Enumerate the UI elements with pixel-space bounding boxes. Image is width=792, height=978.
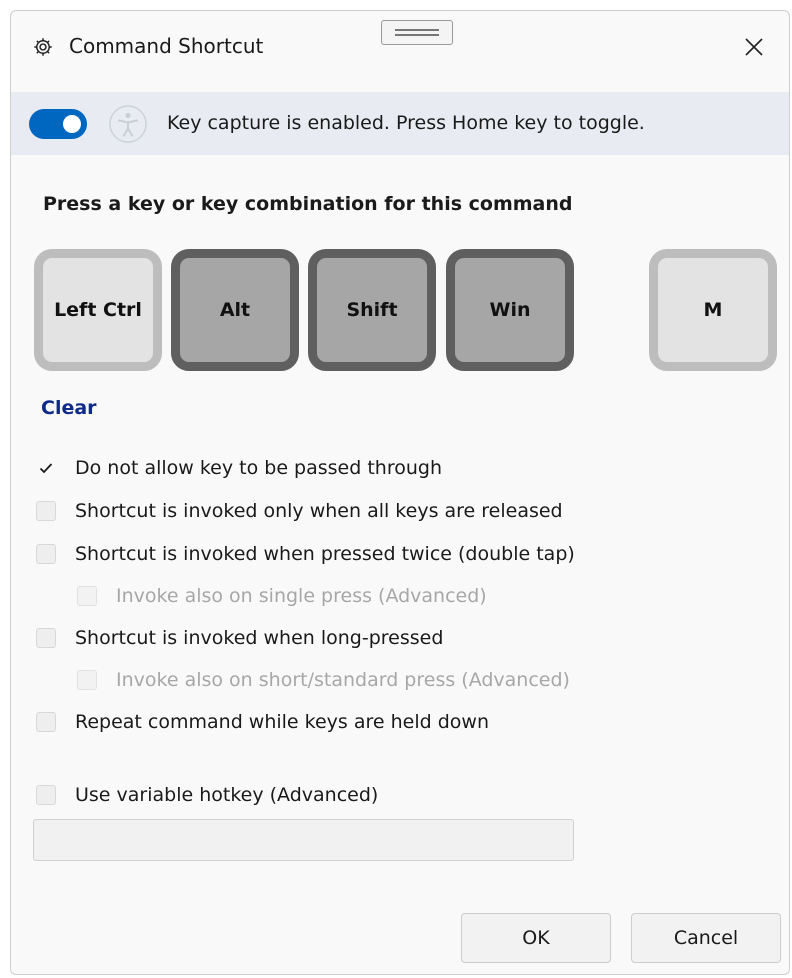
- option-label: Invoke also on short/standard press (Adv…: [116, 669, 570, 691]
- key-capture-message: Key capture is enabled. Press Home key t…: [167, 112, 645, 134]
- option-invoke-on-release[interactable]: Shortcut is invoked only when all keys a…: [36, 496, 563, 526]
- option-repeat-command[interactable]: Repeat command while keys are held down: [36, 707, 489, 737]
- key-m[interactable]: M: [649, 249, 777, 371]
- option-no-pass-through[interactable]: Do not allow key to be passed through: [36, 453, 442, 483]
- option-label: Do not allow key to be passed through: [75, 457, 443, 479]
- key-label: Alt: [219, 299, 251, 321]
- drag-handle[interactable]: [381, 20, 453, 45]
- close-button[interactable]: [719, 11, 789, 75]
- key-capture-bar: Key capture is enabled. Press Home key t…: [11, 92, 789, 155]
- option-long-press[interactable]: Shortcut is invoked when long-pressed: [36, 623, 443, 653]
- checkbox[interactable]: [36, 458, 56, 478]
- key-label: Win: [489, 299, 531, 321]
- dialog-title: Command Shortcut: [69, 34, 264, 58]
- checkmark-icon: [39, 463, 53, 474]
- command-shortcut-dialog: Command Shortcut Key capture is enabled.…: [10, 10, 790, 975]
- option-label: Shortcut is invoked only when all keys a…: [75, 500, 563, 522]
- key-left-ctrl[interactable]: Left Ctrl: [34, 249, 162, 371]
- variable-hotkey-input[interactable]: [33, 819, 574, 861]
- checkbox[interactable]: [36, 712, 56, 732]
- clear-link[interactable]: Clear: [41, 396, 97, 420]
- key-label: M: [703, 299, 723, 321]
- option-label: Invoke also on single press (Advanced): [116, 585, 487, 607]
- option-label: Use variable hotkey (Advanced): [75, 784, 379, 806]
- key-shift[interactable]: Shift: [308, 249, 436, 371]
- checkbox[interactable]: [36, 501, 56, 521]
- option-double-tap[interactable]: Shortcut is invoked when pressed twice (…: [36, 539, 575, 569]
- key-capture-toggle[interactable]: [29, 109, 87, 139]
- option-variable-hotkey[interactable]: Use variable hotkey (Advanced): [36, 780, 378, 810]
- ok-button[interactable]: OK: [461, 913, 611, 963]
- checkbox[interactable]: [36, 628, 56, 648]
- toggle-knob: [63, 115, 81, 133]
- checkbox: [77, 586, 97, 606]
- key-win[interactable]: Win: [446, 249, 574, 371]
- key-label: Left Ctrl: [54, 299, 142, 321]
- key-label: Shift: [346, 299, 398, 321]
- key-alt[interactable]: Alt: [171, 249, 299, 371]
- option-label: Shortcut is invoked when pressed twice (…: [75, 543, 575, 565]
- cancel-button[interactable]: Cancel: [631, 913, 781, 963]
- gear-icon: [34, 38, 52, 56]
- checkbox: [77, 670, 97, 690]
- option-label: Repeat command while keys are held down: [75, 711, 490, 733]
- option-short-press: Invoke also on short/standard press (Adv…: [77, 665, 570, 695]
- accessibility-icon[interactable]: [108, 104, 148, 144]
- option-single-press: Invoke also on single press (Advanced): [77, 581, 487, 611]
- key-prompt: Press a key or key combination for this …: [43, 193, 573, 215]
- checkbox[interactable]: [36, 544, 56, 564]
- option-label: Shortcut is invoked when long-pressed: [75, 627, 444, 649]
- checkbox[interactable]: [36, 785, 56, 805]
- close-icon: [745, 38, 763, 56]
